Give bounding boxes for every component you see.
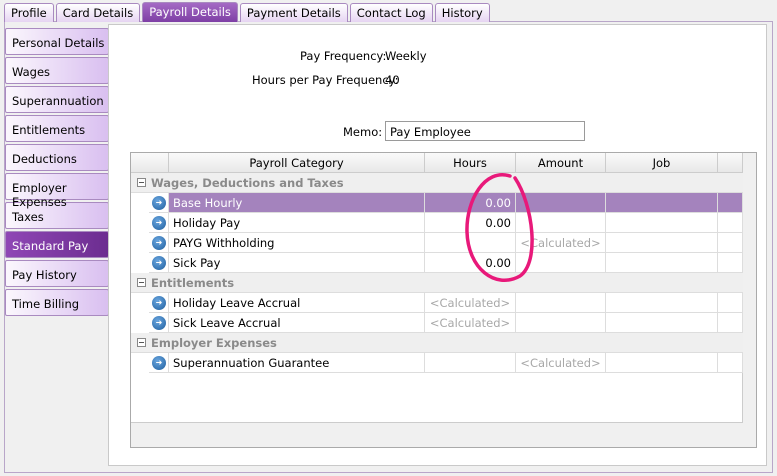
pink-circle-annotation (465, 173, 534, 282)
